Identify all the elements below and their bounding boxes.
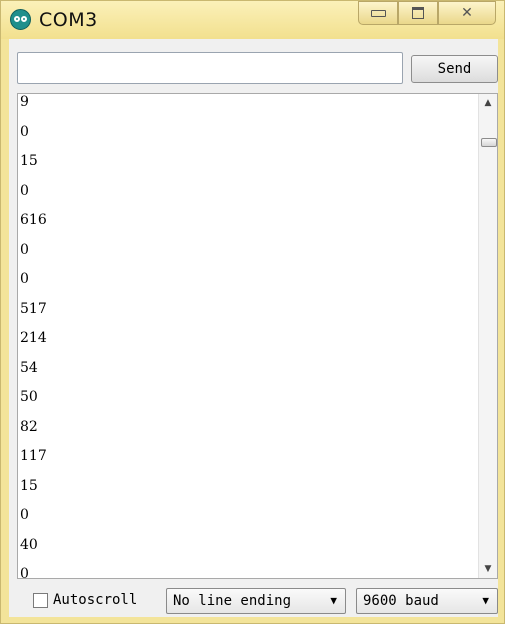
output-line: 616 — [20, 212, 47, 228]
output-line: 214 — [20, 330, 47, 346]
output-line: 0 — [20, 241, 29, 258]
output-line: 517 — [20, 300, 47, 317]
arduino-icon — [10, 9, 31, 30]
output-line: 50 — [20, 389, 38, 405]
vertical-scrollbar[interactable]: ▲ ▼ — [478, 94, 497, 578]
minimize-button[interactable] — [358, 1, 398, 25]
send-button[interactable]: Send — [411, 55, 498, 83]
line-ending-select[interactable]: No line ending ▼ — [166, 588, 346, 614]
serial-monitor-window: COM3 ✕ Send 9 0 15 0 616 0 0 517 214 54 50 82 117 15 0… — [0, 0, 505, 624]
line-ending-value: No line ending — [173, 593, 292, 609]
baud-rate-select[interactable]: 9600 baud ▼ — [356, 588, 498, 614]
send-input[interactable] — [17, 52, 403, 84]
autoscroll-label: Autoscroll — [53, 592, 138, 608]
chevron-down-icon: ▼ — [330, 594, 337, 607]
output-line: 0 — [20, 182, 29, 199]
title-bar[interactable]: COM3 ✕ — [1, 1, 504, 39]
minimize-icon — [370, 9, 386, 17]
close-icon: ✕ — [461, 5, 473, 21]
output-line: 0 — [20, 566, 29, 579]
output-line: 117 — [20, 448, 47, 464]
output-line: 0 — [20, 123, 29, 140]
output-line: 82 — [20, 418, 38, 435]
output-line: 15 — [20, 153, 38, 169]
close-button[interactable]: ✕ — [438, 1, 496, 25]
bottom-bar: Autoscroll No line ending ▼ 9600 baud ▼ — [17, 585, 498, 617]
output-line: 40 — [20, 536, 38, 553]
output-line: 0 — [20, 507, 29, 523]
output-line: 0 — [20, 271, 29, 287]
output-line: 54 — [20, 359, 38, 376]
baud-rate-value: 9600 baud — [363, 593, 439, 609]
scroll-thumb[interactable] — [481, 138, 497, 147]
maximize-button[interactable] — [398, 1, 438, 25]
window-title: COM3 — [39, 9, 98, 31]
scroll-down-icon[interactable]: ▼ — [479, 560, 497, 578]
output-line: 15 — [20, 477, 38, 494]
output-lines: 9 0 15 0 616 0 0 517 214 54 50 82 117 15 0 40 0 — [18, 94, 478, 579]
serial-output[interactable]: 9 0 15 0 616 0 0 517 214 54 50 82 117 15 0 40 0 ▲ ▼ — [17, 93, 498, 579]
scroll-up-icon[interactable]: ▲ — [479, 94, 497, 112]
autoscroll-checkbox[interactable] — [33, 593, 48, 608]
chevron-down-icon: ▼ — [482, 594, 489, 607]
window-controls: ✕ — [358, 1, 496, 25]
output-line: 9 — [20, 94, 29, 110]
maximize-icon — [412, 7, 424, 19]
